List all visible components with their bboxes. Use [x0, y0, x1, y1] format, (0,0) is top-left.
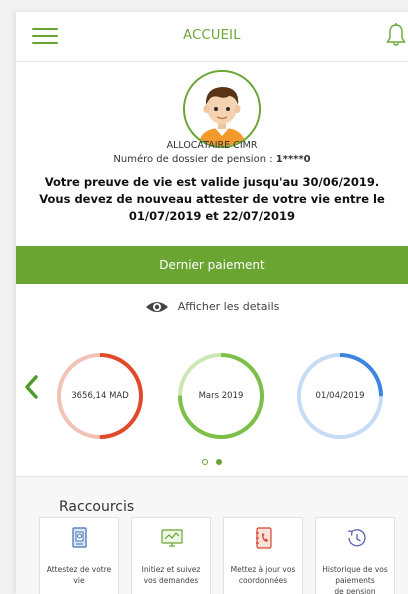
label-line: paiements	[335, 576, 375, 585]
payment-month: Mars 2019	[198, 391, 244, 401]
label-line: Historique de vos	[322, 565, 388, 574]
bell-icon[interactable]	[384, 22, 408, 48]
user-role: ALLOCATAIRE CIMR	[166, 140, 258, 151]
page-title: ACCUEIL	[183, 28, 241, 43]
life-proof-message: Votre preuve de vie est valide jusqu'au …	[16, 174, 408, 225]
payment-date: 01/04/2019	[315, 391, 365, 401]
app-screen: ACCUEIL ALLOCATAIRE CIMR Numéro de dossi…	[16, 12, 408, 594]
label-line: Initiez et suivez	[141, 565, 201, 574]
show-details-link[interactable]: Afficher les details	[16, 296, 408, 316]
attestation-document-icon	[72, 527, 87, 548]
validity-line-1: Votre preuve de vie est valide jusqu'au …	[44, 175, 380, 189]
payment-date-circle: 01/04/2019	[295, 351, 385, 441]
label-line: vos demandes	[143, 576, 199, 585]
dossier-number: Numéro de dossier de pension : 1****0	[16, 154, 408, 165]
shortcut-update-contact[interactable]: Mettez à jour vos coordonnées	[223, 517, 303, 594]
dossier-label: Numéro de dossier de pension :	[113, 154, 276, 165]
eye-icon	[145, 301, 168, 312]
dossier-value: 1****0	[275, 154, 311, 165]
label-line: Mettez à jour vos	[230, 565, 296, 574]
app-header: ACCUEIL	[16, 12, 408, 62]
shortcuts-title: Raccourcis	[59, 499, 135, 515]
label-line: coordonnées	[238, 576, 288, 585]
chevron-left-icon[interactable]	[24, 374, 40, 400]
shortcut-payment-history[interactable]: Historique de vos paiements de pension	[315, 517, 395, 594]
validity-line-3: 01/07/2019 et 22/07/2019	[128, 209, 296, 223]
label-line: vie	[73, 576, 85, 585]
payment-month-circle: Mars 2019	[176, 351, 266, 441]
monitor-chart-icon	[161, 529, 183, 547]
user-avatar-icon	[183, 70, 261, 148]
shortcut-attest-life[interactable]: Attestez de votre vie	[39, 517, 119, 594]
shortcut-label: Mettez à jour vos coordonnées	[226, 564, 300, 586]
history-clock-icon	[347, 529, 366, 547]
shortcut-label: Initiez et suivez vos demandes	[134, 564, 208, 586]
show-details-label: Afficher les details	[177, 300, 280, 313]
shortcut-requests[interactable]: Initiez et suivez vos demandes	[131, 517, 211, 594]
payment-amount-circle: 3656,14 MAD	[55, 351, 145, 441]
payment-amount: 3656,14 MAD	[71, 391, 129, 401]
shortcut-label: Historique de vos paiements de pension	[318, 564, 392, 594]
last-payment-bar[interactable]: Dernier paiement	[16, 246, 408, 284]
pagination-dot-1[interactable]	[202, 458, 209, 465]
label-line: Attestez de votre	[46, 565, 112, 574]
shortcut-label: Attestez de votre vie	[42, 564, 116, 586]
label-line: de pension	[334, 587, 376, 594]
validity-line-2: Vous devez de nouveau attester de votre …	[39, 192, 385, 206]
pagination-dot-2[interactable]	[215, 458, 222, 465]
carousel-pagination	[16, 451, 408, 465]
address-book-icon	[256, 527, 272, 549]
